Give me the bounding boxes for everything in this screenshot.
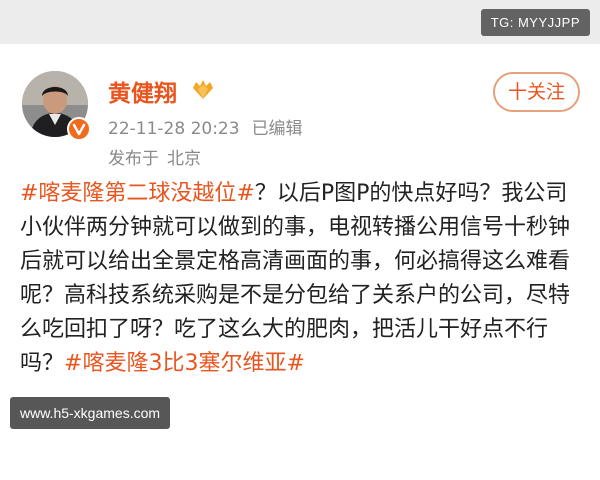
post-location: 发布于 北京 [108, 144, 201, 169]
post-content: #喀麦隆第二球没越位#？以后P图P的快点好吗？我公司小伙伴两分钟就可以做到的事，… [20, 177, 588, 381]
location-name: 北京 [167, 149, 201, 169]
edited-label[interactable]: 已编辑 [252, 119, 303, 139]
site-watermark: www.h5-xkgames.com [10, 397, 171, 429]
post-text: ？以后P图P的快点好吗？我公司小伙伴两分钟就可以做到的事，电视转播公用信号十秒钟… [20, 181, 571, 376]
post-timestamp: 22-11-28 20:23 [108, 119, 240, 139]
follow-button[interactable]: 十关注 [493, 72, 580, 112]
vip-icon [190, 77, 216, 101]
verified-badge-icon [67, 117, 91, 141]
hashtag-link[interactable]: #喀麦隆第二球没越位# [20, 181, 255, 206]
tg-watermark: TG: MYYJJPP [480, 9, 590, 36]
location-prefix: 发布于 [108, 149, 159, 169]
author-name[interactable]: 黄健翔 [108, 74, 177, 108]
hashtag-link[interactable]: #喀麦隆3比3塞尔维亚# [64, 351, 305, 376]
post-meta: 22-11-28 20:23 已编辑 [108, 114, 303, 139]
